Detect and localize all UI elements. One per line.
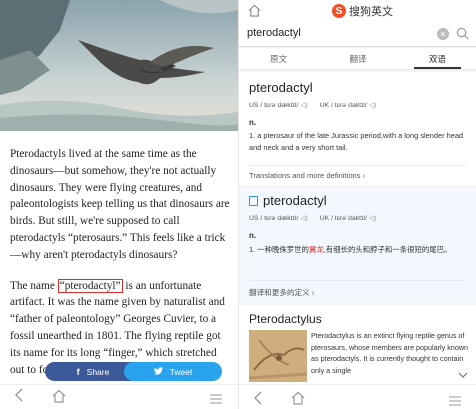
sogou-logo: S 搜狗英文 [332, 3, 393, 19]
selected-word[interactable]: “pterodactyl” [57, 278, 123, 293]
back-icon[interactable] [14, 388, 24, 407]
definition-text: 1. 一种晚侏罗世的翼龙,有细长的头和脖子和一条很短的尾巴。 [249, 245, 452, 254]
facebook-share-label: Share [86, 366, 110, 377]
headword: pterodactyl [249, 80, 313, 95]
pronunciation-row: US / tɛrəˈdæktɪl/ ◁) UK / tɛrəˈdaktɪl/ ◁… [249, 101, 376, 109]
chevron-right-icon: › [362, 171, 366, 180]
speaker-icon[interactable]: ◁) [369, 102, 377, 109]
menu-icon[interactable] [449, 393, 461, 409]
part-of-speech: n. [249, 118, 257, 127]
dictionary-pane: S 搜狗英文 ✕ 原文 翻译 双语 pterodactyl US / tɛrəˈ… [238, 0, 476, 409]
menu-icon[interactable] [210, 391, 222, 409]
english-definition-card: pterodactyl US / tɛrəˈdæktɪl/ ◁) UK / tɛ… [239, 72, 476, 185]
wiki-card: Pterodactylus Pterodactylus is an extinc… [239, 305, 476, 385]
bottom-nav-bar [0, 384, 238, 409]
home-icon[interactable] [291, 391, 305, 409]
mode-tabs: 原文 翻译 双语 [239, 48, 476, 70]
more-definitions-link[interactable]: Translations and more definitions › [249, 171, 365, 180]
chevron-down-icon[interactable] [458, 366, 468, 384]
divider [249, 280, 467, 281]
back-icon[interactable] [253, 391, 263, 409]
search-icon[interactable] [456, 27, 469, 45]
sogou-logo-text: 搜狗英文 [349, 6, 393, 18]
us-pronunciation: US / tɛrəˈdæktɪl/ ◁) [249, 215, 308, 222]
wiki-title: Pterodactylus [249, 312, 322, 326]
sogou-logo-icon: S [332, 4, 346, 18]
home-icon[interactable] [52, 389, 66, 408]
us-pronunciation: US / tɛrəˈdæktɪl/ ◁) [249, 102, 308, 109]
tab-translate[interactable]: 翻译 [318, 48, 397, 69]
share-bar: f Share Tweet [0, 362, 238, 384]
article-pane: Pterodactyls lived at the same time as t… [0, 0, 238, 409]
home-icon[interactable] [248, 4, 261, 22]
part-of-speech: n. [249, 231, 257, 240]
bottom-nav-bar [239, 384, 476, 409]
divider [249, 165, 467, 166]
article-text: The name [10, 279, 58, 292]
pronunciation-row: US / tɛrəˈdæktɪl/ ◁) UK / tɛrəˈdaktɪl/ ◁… [249, 214, 376, 222]
article-paragraph: Pterodactyls lived at the same time as t… [10, 148, 230, 261]
pterodactyl-hero-image [0, 0, 238, 131]
facebook-icon: f [76, 366, 80, 377]
twitter-icon [153, 366, 163, 377]
dictionary-header: S 搜狗英文 [239, 0, 476, 22]
wiki-summary: Pterodactylus is an extinct flying repti… [311, 331, 469, 375]
clear-icon[interactable]: ✕ [437, 28, 449, 40]
uk-pronunciation: UK / tɛrəˈdaktɪl/ ◁) [319, 215, 377, 222]
more-definitions-link[interactable]: 翻译和更多的定义 › [249, 287, 314, 298]
twitter-share-label: Tweet [169, 366, 193, 377]
speaker-icon[interactable]: ◁) [300, 102, 308, 109]
tab-original[interactable]: 原文 [239, 48, 318, 69]
chevron-right-icon: › [311, 288, 315, 297]
speaker-icon[interactable]: ◁) [300, 215, 308, 222]
chinese-definition-card: pterodactyl US / tɛrəˈdæktɪl/ ◁) UK / tɛ… [239, 187, 476, 303]
speaker-icon[interactable]: ◁) [369, 215, 377, 222]
dictionary-book-icon [249, 196, 258, 206]
search-bar: ✕ [239, 22, 476, 47]
twitter-share-button[interactable]: Tweet [124, 362, 222, 381]
definition-text: 1. a pterosaur of the late Jurassic peri… [249, 131, 464, 152]
tab-bilingual[interactable]: 双语 [398, 48, 476, 69]
search-input[interactable] [247, 27, 427, 39]
uk-pronunciation: UK / tɛrəˈdaktɪl/ ◁) [319, 102, 377, 109]
article-body: Pterodactyls lived at the same time as t… [10, 146, 232, 392]
headword: pterodactyl [263, 193, 327, 208]
fossil-thumbnail [249, 330, 307, 382]
